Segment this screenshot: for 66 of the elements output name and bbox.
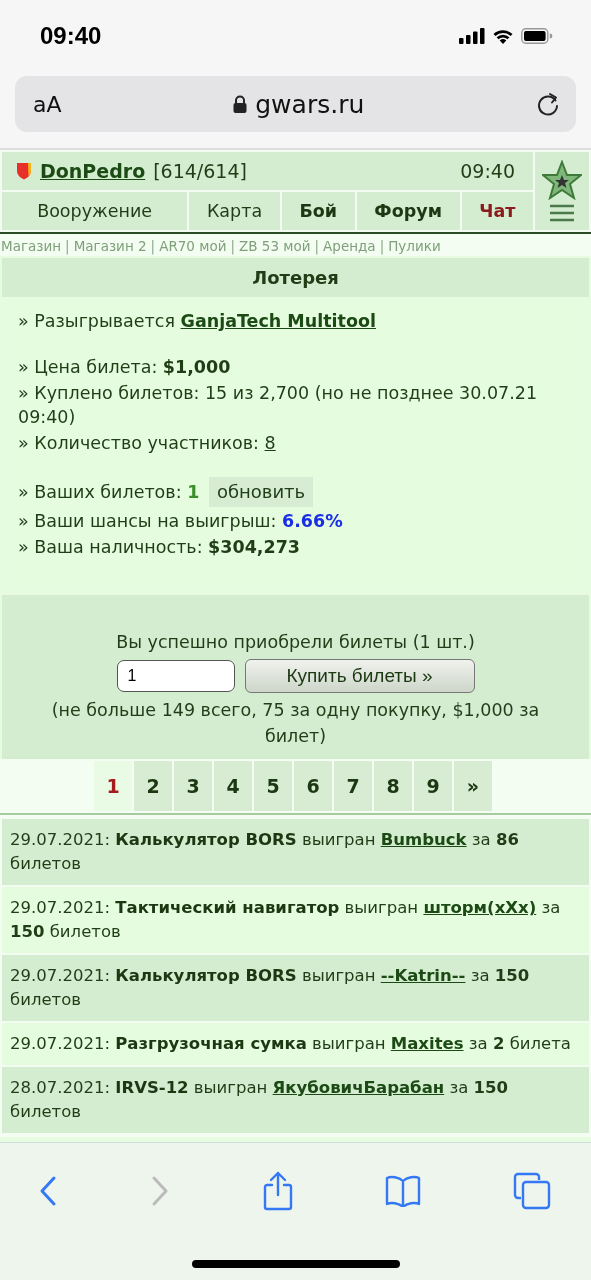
nav-tab[interactable]: Бой (281, 192, 355, 230)
address-text: gwars.ru (255, 89, 365, 119)
lottery-title: Лотерея (2, 258, 589, 297)
battery-icon (521, 28, 553, 44)
info-line: » Куплено билетов: 15 из 2,700 (но не позднее 30.07.21 09:40) (18, 382, 538, 429)
winner-link[interactable]: Bumbuck (380, 830, 467, 849)
winner-entry: 29.07.2021: Калькулятор BORS выигран --Katrin-- за 150 билетов (2, 955, 589, 1021)
success-message: Вы успешно приобрели билеты (1 шт.) (116, 631, 475, 654)
separator: | (230, 238, 236, 254)
page-link[interactable]: 7 (334, 761, 372, 811)
lock-icon (233, 95, 248, 113)
user-name-link[interactable]: DonPedro (40, 160, 146, 182)
page-link[interactable]: » (454, 761, 492, 811)
info-label: » Ваших билетов: (18, 482, 182, 502)
winner-entry: 29.07.2021: Тактический навигатор выигран шторм(xXx) за 150 билетов (2, 887, 589, 953)
refresh-button[interactable]: обновить (208, 477, 314, 507)
separator: | (314, 238, 320, 254)
nav-tab[interactable]: Вооружение (2, 192, 188, 230)
nav-tab[interactable]: Карта (189, 192, 280, 230)
page-link[interactable]: 4 (214, 761, 252, 811)
winner-entry: 29.07.2021: Калькулятор BORS выигран Bumbuck за 86 билетов (2, 819, 589, 885)
page-link[interactable]: 5 (254, 761, 292, 811)
status-time: 09:40 (40, 22, 102, 50)
shield-icon (16, 162, 32, 180)
chance-value: 6.66% (281, 511, 343, 531)
wifi-icon (492, 28, 514, 44)
page-link[interactable]: 2 (134, 761, 172, 811)
nav-tab[interactable]: Чат (461, 192, 533, 230)
separator: | (150, 238, 156, 254)
buy-button[interactable]: Купить билеты » (244, 659, 475, 693)
participants-link[interactable]: 8 (264, 433, 276, 453)
winner-link[interactable]: шторм(xXx) (423, 898, 537, 917)
winner-link[interactable]: ЯкубовичБарабан (272, 1078, 445, 1097)
page-link[interactable]: 1 (94, 761, 132, 811)
quantity-field[interactable]: 1 (116, 660, 235, 692)
signal-icon (459, 28, 485, 44)
server-time: 09:40 (460, 160, 515, 182)
share-icon[interactable] (261, 1170, 294, 1211)
bookmarks-icon[interactable] (385, 1174, 422, 1207)
health-text: [614/614] (153, 160, 247, 182)
winner-entry: 28.07.2021: IRVS-12 выигран ЯкубовичБарабан за 150 билетов (2, 1067, 589, 1133)
ticket-count: 1 (187, 482, 200, 502)
page-link[interactable]: 9 (414, 761, 452, 811)
text-size-button[interactable]: aA (33, 91, 62, 117)
reload-icon[interactable] (536, 91, 560, 117)
separator: | (65, 238, 70, 254)
page-link[interactable]: 3 (174, 761, 212, 811)
address-bar[interactable]: aA gwars.ru (15, 76, 576, 132)
info-label: » Разыгрывается (18, 311, 175, 331)
winner-link[interactable]: Maxites (390, 1034, 464, 1053)
back-icon[interactable] (38, 1174, 58, 1207)
prize-link[interactable]: GanjaTech Multitool (180, 311, 376, 331)
winner-entry: 29.07.2021: Разгрузочная сумка выигран Maxites за 2 билета (2, 1023, 589, 1065)
info-label: » Ваши шансы на выигрыш: (18, 511, 277, 531)
limit-note: (не больше 149 всего, 75 за одну покупку, $1,000 за билет) (50, 699, 541, 748)
tabs-icon[interactable] (513, 1171, 551, 1210)
nav-tab[interactable]: Форум (356, 192, 460, 230)
info-label: » Количество участников: (18, 433, 259, 453)
info-line: » Цена билета: $1,000 (18, 356, 232, 379)
page-link[interactable]: 6 (294, 761, 332, 811)
info-line: » Ваша наличность: $304,273 (18, 536, 301, 559)
page-link[interactable]: 8 (374, 761, 412, 811)
star-icon[interactable] (542, 160, 582, 200)
menu-icon[interactable] (549, 204, 575, 222)
separator: | (379, 238, 385, 254)
winner-link[interactable]: --Katrin-- (380, 966, 466, 985)
